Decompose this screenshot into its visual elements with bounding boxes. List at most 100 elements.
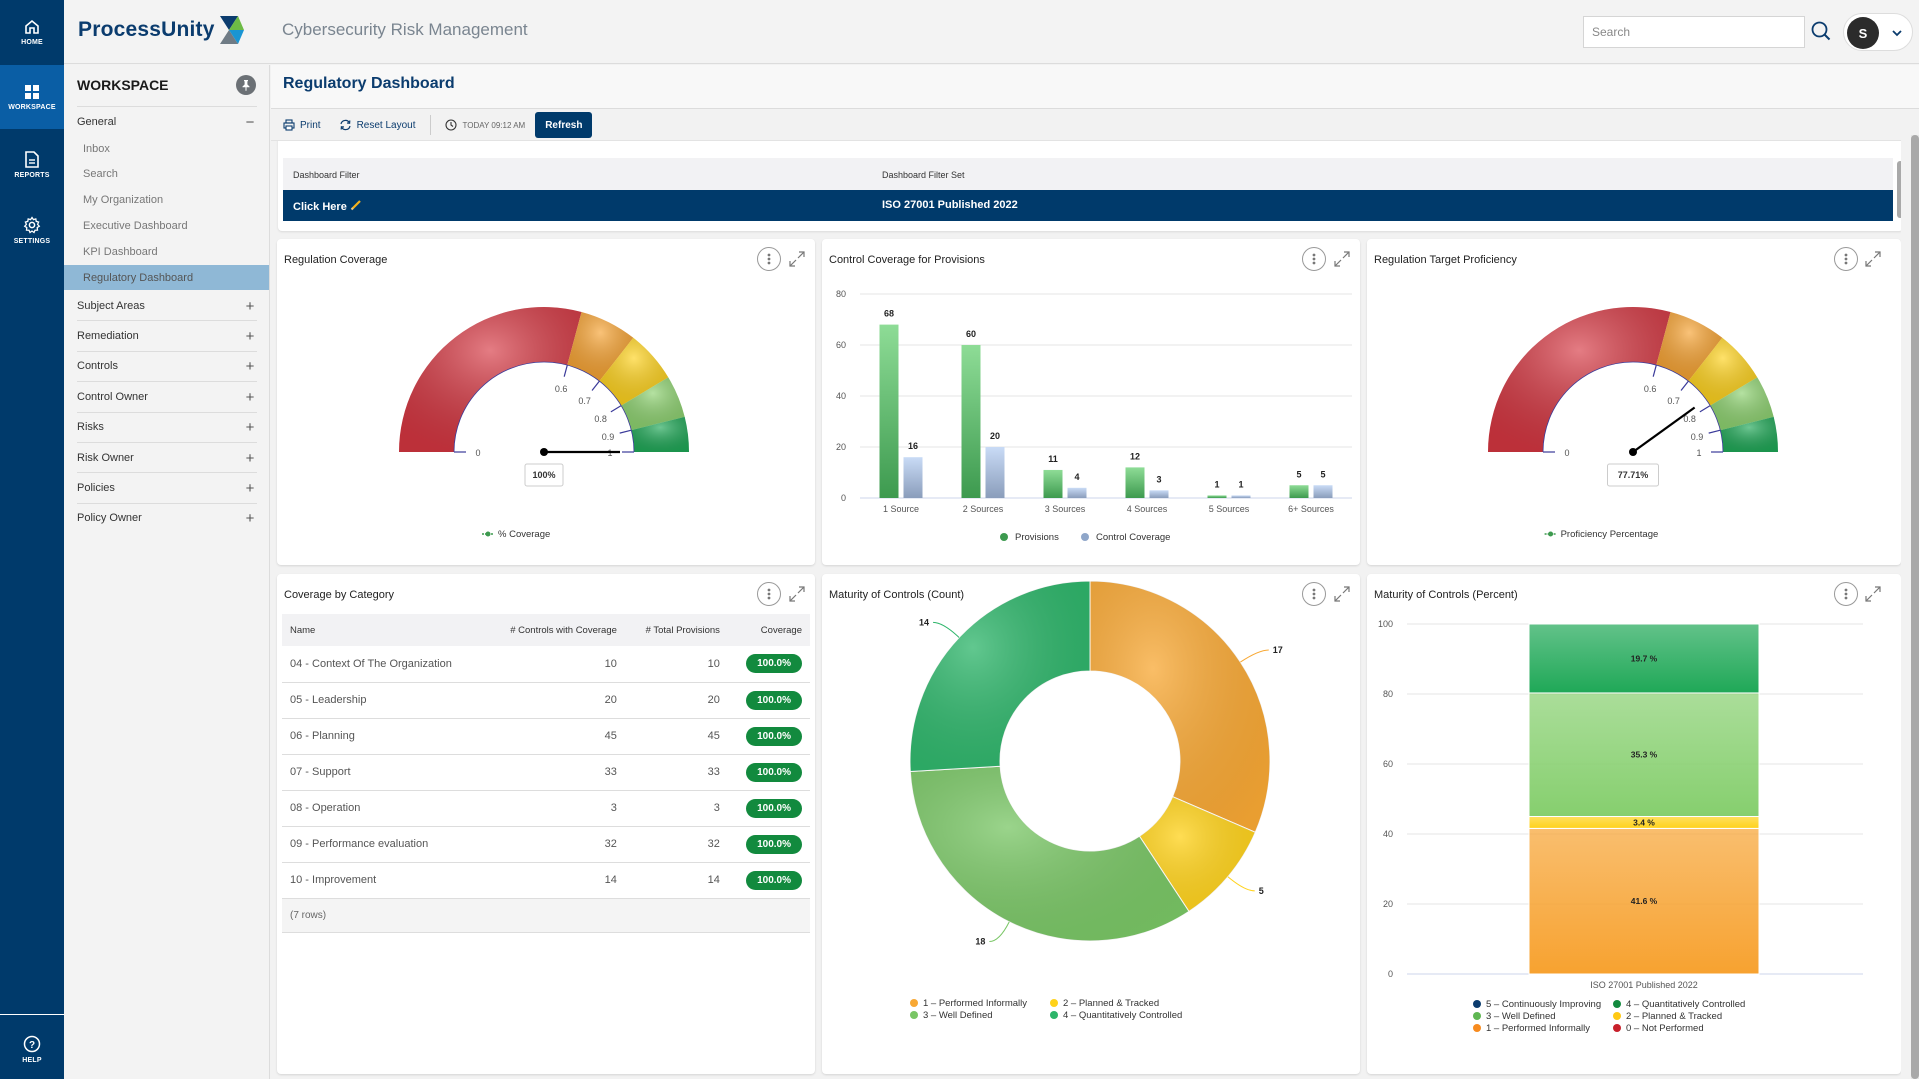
- cell-provisions: 10: [624, 646, 728, 683]
- expand-icon[interactable]: [787, 584, 807, 604]
- col-name[interactable]: Name: [282, 614, 485, 646]
- filter-set-value: ISO 27001 Published 2022: [882, 199, 1018, 211]
- table-row[interactable]: 06 - Planning 45 45 100.0%: [282, 718, 810, 755]
- target-proficiency-gauge: 00.60.70.80.9177.71%Proficiency Percenta…: [1488, 307, 1778, 540]
- data-label: 35.3 %: [1631, 750, 1658, 760]
- bar-control-coverage: [985, 447, 1005, 498]
- rail-help[interactable]: ? HELP: [0, 1020, 64, 1079]
- legend-marker: [1613, 1024, 1621, 1032]
- cell-name: 09 - Performance evaluation: [282, 826, 485, 863]
- legend-label: % Coverage: [498, 529, 550, 540]
- card-menu-button[interactable]: [757, 582, 781, 606]
- section-risks[interactable]: Risks +: [77, 412, 257, 442]
- nav-item-inbox[interactable]: Inbox: [64, 136, 269, 161]
- table-row[interactable]: 08 - Operation 3 3 100.0%: [282, 790, 810, 827]
- gauge-tick-label: 0.6: [1644, 384, 1657, 394]
- y-tick-label: 60: [836, 340, 846, 350]
- section-controls[interactable]: Controls +: [77, 351, 257, 381]
- top-bar: ProcessUnity Cybersecurity Risk Manageme…: [64, 0, 1919, 64]
- section-label: Risks: [77, 421, 104, 433]
- col-provisions[interactable]: # Total Provisions: [624, 614, 728, 646]
- maturity-count-card: Maturity of Controls (Count) 17 5 18 14 1 – …: [822, 574, 1360, 1074]
- cell-provisions: 20: [624, 682, 728, 719]
- section-policies[interactable]: Policies +: [77, 473, 257, 503]
- cell-coverage: 100.0%: [727, 754, 810, 791]
- gauge-tick-label: 0.6: [555, 384, 568, 394]
- filter-scrollbar[interactable]: [1897, 161, 1901, 218]
- legend-label: 3 – Well Defined: [923, 1010, 993, 1021]
- data-label: 12: [1130, 451, 1140, 461]
- rail-reports[interactable]: REPORTS: [0, 140, 64, 190]
- control-coverage-card: Control Coverage for Provisions 0 20 40 60 8…: [822, 239, 1360, 565]
- section-general[interactable]: General −: [77, 107, 257, 137]
- search-button[interactable]: [1810, 20, 1834, 44]
- data-label: 3: [1156, 474, 1161, 484]
- nav-item-search[interactable]: Search: [64, 161, 269, 186]
- bar-provisions: [961, 345, 981, 498]
- col-coverage[interactable]: Coverage: [727, 614, 810, 646]
- table-row[interactable]: 05 - Leadership 20 20 100.0%: [282, 682, 810, 719]
- y-tick-label: 40: [1383, 829, 1393, 839]
- page-scrollbar[interactable]: [1911, 135, 1919, 1079]
- x-tick-label: 6+ Sources: [1288, 504, 1334, 514]
- global-search-input[interactable]: [1583, 16, 1805, 48]
- data-label: 18: [975, 937, 985, 947]
- page-scrollbar-thumb[interactable]: [1911, 135, 1919, 1079]
- nav-item-kpi-dashboard[interactable]: KPI Dashboard: [64, 239, 269, 264]
- expand-icon: +: [245, 327, 255, 345]
- bar-provisions: [879, 324, 899, 498]
- refresh-button[interactable]: Refresh: [535, 112, 593, 138]
- table-row[interactable]: 07 - Support 33 33 100.0%: [282, 754, 810, 791]
- table-row[interactable]: 04 - Context Of The Organization 10 10 100.…: [282, 646, 810, 683]
- col-controls[interactable]: # Controls with Coverage: [484, 614, 625, 646]
- filter-table-header: Dashboard Filter Dashboard Filter Set: [283, 158, 1893, 190]
- more-options-icon[interactable]: [1848, 140, 1866, 143]
- section-label: Subject Areas: [77, 300, 145, 312]
- bar-control-coverage: [903, 457, 923, 498]
- grid-icon: [25, 84, 39, 99]
- user-menu[interactable]: S: [1843, 13, 1913, 51]
- logo-mark-icon: [219, 16, 244, 44]
- gauge-tick: [619, 429, 632, 434]
- cell-coverage: 100.0%: [727, 826, 810, 863]
- rail-home[interactable]: HOME: [0, 0, 64, 64]
- filter-table-row[interactable]: Click Here ISO 27001 Published 2022: [283, 190, 1893, 221]
- timestamp: TODAY 09:12 AM: [462, 120, 526, 130]
- legend-marker: [485, 531, 491, 537]
- section-policy-owner[interactable]: Policy Owner +: [77, 503, 257, 533]
- y-tick-label: 0: [1388, 969, 1393, 979]
- table-row[interactable]: 10 - Improvement 14 14 100.0%: [282, 862, 810, 899]
- help-icon: ?: [23, 1035, 41, 1053]
- section-risk-owner[interactable]: Risk Owner +: [77, 443, 257, 473]
- print-button[interactable]: Print: [283, 119, 321, 131]
- nav-item-executive-dashboard[interactable]: Executive Dashboard: [64, 213, 269, 238]
- data-label: 16: [908, 441, 918, 451]
- legend-label: Provisions: [1015, 532, 1059, 543]
- app-title: Cybersecurity Risk Management: [282, 20, 528, 39]
- table-row[interactable]: 09 - Performance evaluation 32 32 100.0%: [282, 826, 810, 863]
- nav-item-regulatory-dashboard[interactable]: Regulatory Dashboard: [64, 265, 269, 290]
- data-label: 1: [1214, 479, 1219, 489]
- pin-button[interactable]: [236, 75, 256, 95]
- reset-layout-button[interactable]: Reset Layout: [339, 119, 416, 131]
- legend-marker: [1081, 533, 1089, 541]
- section-subject-areas[interactable]: Subject Areas +: [77, 291, 257, 321]
- section-control-owner[interactable]: Control Owner +: [77, 382, 257, 412]
- expand-icon: +: [245, 297, 255, 315]
- gauge-tick-label: 1: [1696, 448, 1701, 458]
- nav-item-my-organization[interactable]: My Organization: [64, 187, 269, 212]
- filter-click-here-link[interactable]: Click Here: [293, 199, 362, 213]
- page-title: Regulatory Dashboard: [283, 75, 455, 92]
- data-label: 19.7 %: [1631, 653, 1658, 663]
- legend-marker: [1548, 531, 1554, 537]
- rail-workspace[interactable]: WORKSPACE: [0, 65, 64, 129]
- y-tick-label: 80: [836, 289, 846, 299]
- target-proficiency-card: Regulation Target Proficiency 0 0.6 0.7 0.8…: [1367, 239, 1901, 565]
- rail-settings[interactable]: SETTINGS: [0, 205, 64, 255]
- section-remediation[interactable]: Remediation +: [77, 321, 257, 351]
- control-coverage-bar-chart: 02040608068161 Source60202 Sources1143 S…: [836, 289, 1352, 543]
- y-tick-label: 0: [841, 493, 846, 503]
- logo[interactable]: ProcessUnity: [78, 16, 244, 44]
- bar-provisions: [1289, 485, 1309, 498]
- gauge-tick-label: 0: [475, 448, 480, 458]
